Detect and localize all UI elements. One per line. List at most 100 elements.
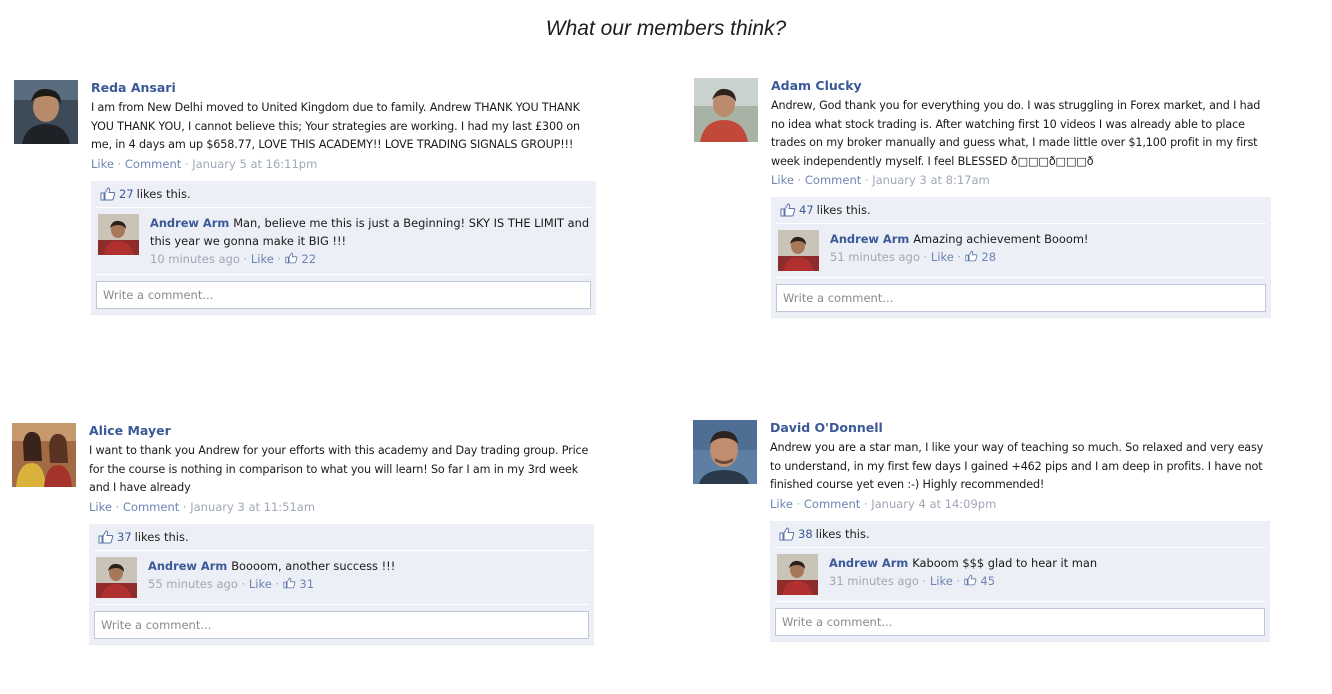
post-timestamp[interactable]: January 3 at 8:17am [872,173,990,187]
post-timestamp[interactable]: January 5 at 16:11pm [192,157,317,171]
post-meta: Like · Comment · January 4 at 14:09pm [770,496,997,511]
testimonial-post: Alice Mayer I want to thank you Andrew f… [12,423,594,673]
likes-count[interactable]: 37 [117,530,132,544]
reply-meta: 31 minutes ago · Like · 45 [829,573,996,588]
testimonial-post: David O'Donnell Andrew you are a star ma… [693,420,1275,670]
reply-author[interactable]: Andrew Arm [829,556,908,570]
likes-suffix: likes this. [815,526,870,541]
comment-link[interactable]: Comment [123,500,179,514]
reply-comment: Andrew Arm Man, believe me this is just a… [96,208,591,275]
reply-author[interactable]: Andrew Arm [148,559,227,573]
likes-row: 47 likes this. [776,197,1266,224]
reply-avatar[interactable] [777,553,818,595]
reply-comment: Andrew Arm Amazing achievement Booom! 51 … [776,224,1266,278]
person-avatar-icon [96,556,137,598]
post-author[interactable]: David O'Donnell [770,420,1270,436]
feedback-box: 27 likes this. Andrew Arm Man, believe me [91,180,596,315]
person-avatar-icon [777,553,818,595]
reply-like-link[interactable]: Like [249,577,272,591]
reply-time[interactable]: 10 minutes ago [150,252,240,266]
avatar[interactable] [694,78,758,142]
person-avatar-icon [12,423,76,487]
likes-suffix: likes this. [134,529,189,544]
reply-avatar[interactable] [96,556,137,598]
post-timestamp[interactable]: January 4 at 14:09pm [871,497,996,511]
person-avatar-icon [14,80,78,144]
reply-meta: 51 minutes ago · Like · 28 [830,250,997,264]
reply-like-link[interactable]: Like [930,574,953,588]
feedback-box: 47 likes this. Andrew Arm Amazing achieve… [771,197,1271,318]
reply-text: Boooom, another success !!! [231,558,396,573]
testimonial-post: Adam Clucky Andrew, God thank you for ev… [694,78,1276,358]
thumbs-up-icon [285,252,298,263]
comment-link[interactable]: Comment [125,157,181,171]
post-author[interactable]: Adam Clucky [771,78,1271,94]
reply-time[interactable]: 51 minutes ago [830,250,920,264]
thumbs-up-icon [780,203,796,217]
write-comment-input[interactable]: Write a comment... [96,280,591,309]
comment-link[interactable]: Comment [805,173,861,187]
post-meta: Like · Comment · January 5 at 16:11pm [91,156,318,171]
thumbs-up-icon [779,526,795,540]
person-avatar-icon [693,420,757,484]
reply-comment: Andrew Arm Kaboom $$$ glad to hear it man… [775,548,1265,602]
likes-count[interactable]: 47 [799,203,814,217]
thumbs-up-icon [283,577,296,588]
reply-text: Amazing achievement Booom! [913,232,1089,246]
post-meta: Like · Comment · January 3 at 11:51am [89,499,316,514]
reply-likes-count[interactable]: 28 [981,250,996,264]
reply-meta: 55 minutes ago · Like · 31 [148,576,315,591]
post-text: Andrew, God thank you for everything you… [771,99,1261,168]
feedback-box: 38 likes this. Andrew Arm Kaboom $$$ glad [770,520,1270,642]
post-text: I want to thank you Andrew for your effo… [89,444,589,494]
likes-row: 38 likes this. [775,521,1265,548]
page-heading: What our members think? [545,17,787,40]
write-comment-input[interactable]: Write a comment... [94,610,589,639]
post-meta: Like · Comment · January 3 at 8:17am [771,173,990,187]
reply-time[interactable]: 31 minutes ago [829,574,919,588]
thumbs-up-icon [98,529,114,543]
post-timestamp[interactable]: January 3 at 11:51am [190,500,315,514]
feedback-box: 37 likes this. Andrew Arm Boooom, another [89,523,594,645]
reply-time[interactable]: 55 minutes ago [148,577,238,591]
post-author[interactable]: Reda Ansari [91,80,596,96]
testimonial-post: Reda Ansari I am from New Delhi moved to… [14,80,596,360]
like-link[interactable]: Like [91,157,114,171]
likes-row: 27 likes this. [96,181,591,208]
reply-author[interactable]: Andrew Arm [830,232,909,246]
reply-like-link[interactable]: Like [251,252,274,266]
avatar[interactable] [14,80,78,144]
likes-count[interactable]: 38 [798,527,813,541]
thumbs-up-icon [100,186,116,200]
avatar[interactable] [12,423,76,487]
reply-avatar[interactable] [98,213,139,255]
person-avatar-icon [694,78,758,142]
like-link[interactable]: Like [771,173,794,187]
like-link[interactable]: Like [89,500,112,514]
reply-likes-count[interactable]: 22 [301,252,316,266]
write-comment-input[interactable]: Write a comment... [775,607,1265,636]
like-link[interactable]: Like [770,497,793,511]
reply-like-link[interactable]: Like [931,250,954,264]
likes-suffix: likes this. [816,203,871,217]
thumbs-up-icon [965,250,978,262]
person-avatar-icon [778,230,819,271]
post-author[interactable]: Alice Mayer [89,423,594,439]
reply-text: Kaboom $$$ glad to hear it man [912,555,1098,570]
write-comment-input[interactable]: Write a comment... [776,284,1266,312]
reply-likes-count[interactable]: 45 [980,574,995,588]
reply-author[interactable]: Andrew Arm [150,216,229,230]
reply-avatar[interactable] [778,230,819,271]
reply-likes-count[interactable]: 31 [299,577,314,591]
avatar[interactable] [693,420,757,484]
thumbs-up-icon [964,574,977,585]
likes-count[interactable]: 27 [119,187,134,201]
person-avatar-icon [98,213,139,255]
likes-suffix: likes this. [136,186,191,201]
post-text: Andrew you are a star man, I like your w… [770,441,1264,491]
comment-link[interactable]: Comment [804,497,860,511]
post-text: I am from New Delhi moved to United King… [91,101,580,151]
reply-meta: 10 minutes ago · Like · 22 [150,251,317,266]
likes-row: 37 likes this. [94,524,589,551]
reply-comment: Andrew Arm Boooom, another success !!! 55… [94,551,589,605]
